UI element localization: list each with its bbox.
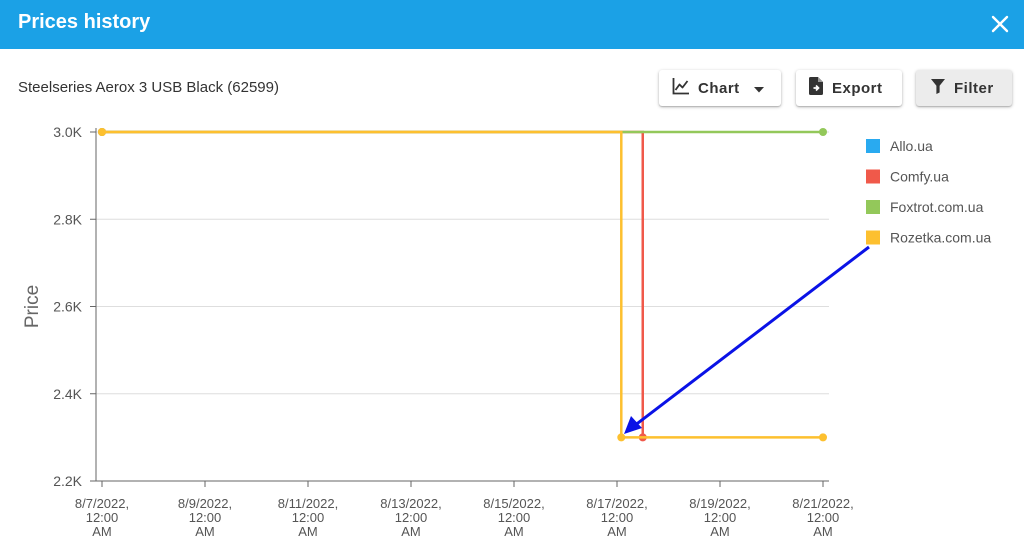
y-tick-label: 3.0K [53,124,82,140]
filter-button-label: Filter [954,79,994,97]
legend-swatch [866,200,880,214]
annotation-arrow-head [624,416,642,434]
y-tick-label: 2.6K [53,299,82,315]
annotation-arrow [624,245,870,434]
x-tick-label: 8/15/2022, 12:00 AM [483,496,544,539]
series-line [102,130,644,438]
data-point [98,128,106,136]
x-tick-label: 8/7/2022, 12:00 AM [75,496,129,539]
y-axis-label: Price [22,285,43,328]
x-tick-label: 8/19/2022, 12:00 AM [689,496,750,539]
chart-series [98,128,827,442]
price-history-chart: 3.0K 2.8K 2.6K 2.4K 2.2K Price 8/7/2022, 12:00 A… [22,124,991,539]
product-name: Steelseries Aerox 3 USB Black (62599) [18,79,279,96]
dialog-header: Prices history [0,0,1024,49]
x-tick-label: 8/13/2022, 12:00 AM [380,496,441,539]
chart-view-dropdown[interactable]: Chart [659,70,781,106]
legend-swatch [866,230,880,245]
x-tick-label: 8/17/2022, 12:00 AM [586,496,647,539]
y-tick-label: 2.8K [53,211,82,227]
chart-grid [96,131,829,395]
legend-label: Rozetka.com.ua [890,230,991,246]
x-tick-label: 8/21/2022, 12:00 AM [792,496,853,539]
legend-label: Comfy.ua [890,169,949,185]
series-line [102,130,823,439]
data-point [617,433,626,442]
y-tick-label: 2.2K [53,473,82,489]
dialog-title: Prices history [18,11,151,33]
legend-label: Allo.ua [890,138,933,154]
chevron-down-icon [753,80,764,97]
export-button-label: Export [832,79,883,97]
line-chart-icon [672,77,690,99]
close-icon[interactable] [988,12,1012,36]
legend-label: Foxtrot.com.ua [890,199,984,215]
annotation-arrow-shaft [633,245,870,428]
chart-legend: Allo.ua Comfy.ua Foxtrot.com.ua Rozetka.com… [866,138,991,246]
y-tick-label: 2.4K [53,386,82,402]
x-tick-label: 8/9/2022, 12:00 AM [178,496,232,539]
x-tick-label: 8/11/2022, 12:00 AM [278,496,338,539]
legend-swatch [866,139,880,153]
filter-icon [931,78,945,98]
chart-button-label: Chart [698,79,740,97]
filter-button[interactable]: Filter [916,70,1012,106]
data-point [819,433,827,442]
chart-axes: 3.0K 2.8K 2.6K 2.4K 2.2K Price 8/7/2022, 12:00 A… [22,124,854,539]
legend-swatch [866,169,880,184]
file-export-icon [809,77,823,99]
data-point [819,128,827,136]
export-button[interactable]: Export [796,70,902,106]
